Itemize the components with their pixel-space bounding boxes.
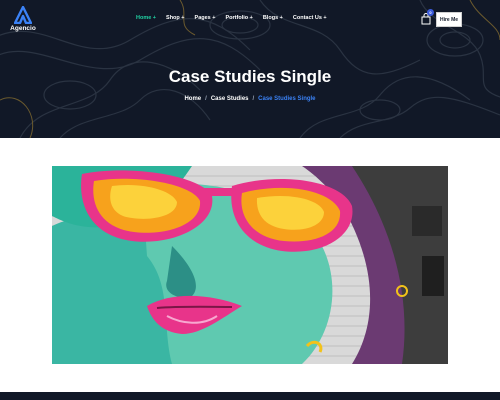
footer-strip [0, 392, 500, 400]
nav-item-home[interactable]: Home + [136, 15, 156, 21]
page-header: Agencio Home + Shop + Pages + Portfolio … [0, 0, 500, 138]
brand-name: Agencio [10, 25, 36, 32]
breadcrumb-case-studies[interactable]: Case Studies [211, 96, 249, 102]
breadcrumb: Home / Case Studies / Case Studies Singl… [0, 96, 500, 102]
cart-button[interactable]: 0 [421, 9, 434, 25]
brand-logo[interactable]: Agencio [5, 6, 41, 38]
case-study-image [52, 166, 448, 364]
cart-count-badge: 0 [427, 9, 434, 16]
page-title: Case Studies Single [168, 67, 332, 86]
nav-item-shop[interactable]: Shop + [166, 15, 185, 21]
nav-item-pages[interactable]: Pages + [195, 15, 216, 21]
breadcrumb-separator: / [205, 96, 207, 102]
breadcrumb-current: Case Studies Single [258, 96, 316, 102]
hire-me-button[interactable]: Hire Me [436, 12, 462, 27]
breadcrumb-separator: / [252, 96, 255, 102]
nav-item-contact[interactable]: Contact Us + [293, 15, 327, 21]
nav-item-blogs[interactable]: Blogs + [263, 15, 283, 21]
nav-item-portfolio[interactable]: Portfolio + [225, 15, 252, 21]
logo-icon [14, 6, 32, 24]
main-navigation: Home + Shop + Pages + Portfolio + Blogs … [136, 15, 337, 21]
breadcrumb-home[interactable]: Home [184, 96, 201, 102]
